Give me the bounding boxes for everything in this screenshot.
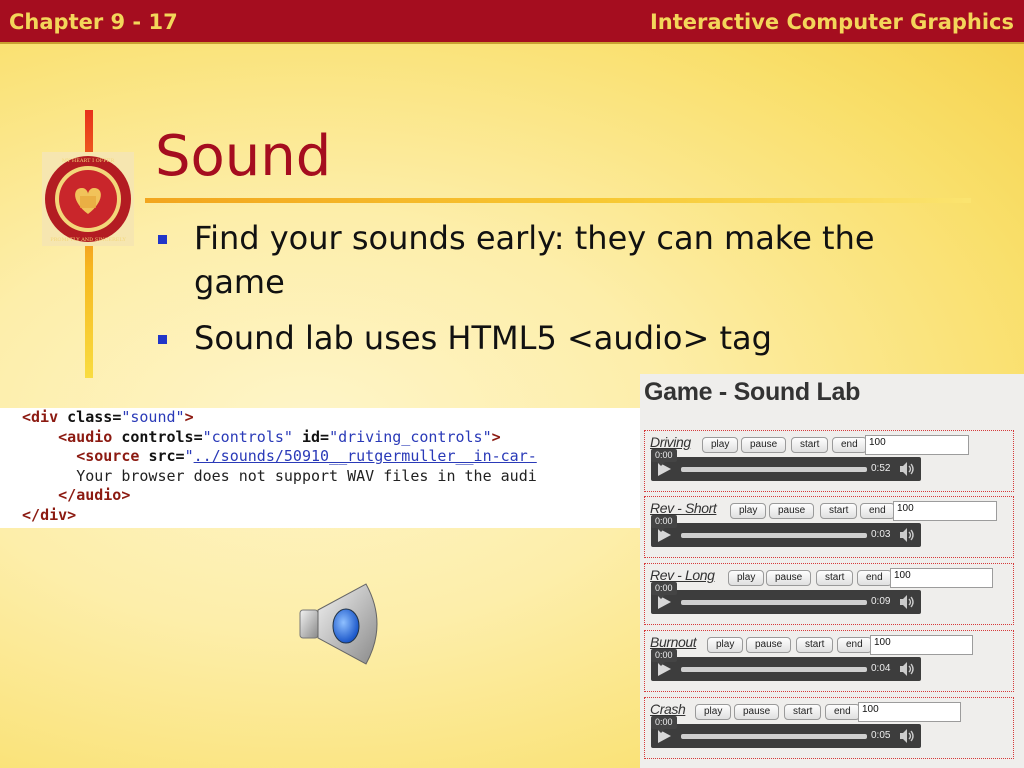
pause-button[interactable]: pause — [766, 570, 812, 586]
audio-duration: 0:05 — [871, 730, 891, 741]
audio-progress-track[interactable] — [681, 734, 867, 739]
volume-icon[interactable] — [899, 527, 915, 543]
sound-row: Burnout play pause start end 100 0:04 0:… — [644, 630, 1014, 692]
audio-player[interactable]: 0:05 — [651, 724, 921, 748]
sound-name: Driving — [650, 434, 691, 450]
svg-text:PROMPTLY AND SINCERELY: PROMPTLY AND SINCERELY — [50, 237, 126, 243]
time-tooltip: 0:00 — [651, 649, 677, 666]
volume-input[interactable]: 100 — [890, 568, 993, 588]
sound-name: Burnout — [650, 634, 697, 650]
end-button[interactable]: end — [825, 704, 860, 720]
code-line: <audio controls="controls" id="driving_c… — [58, 427, 501, 446]
start-button[interactable]: start — [816, 570, 854, 586]
start-button[interactable]: start — [791, 437, 829, 453]
audio-player[interactable]: 0:03 — [651, 523, 921, 547]
slide-title: Sound — [155, 124, 332, 189]
time-tooltip: 0:00 — [651, 716, 677, 733]
audio-player[interactable]: 0:04 — [651, 657, 921, 681]
start-button[interactable]: start — [784, 704, 822, 720]
code-line: <div class="sound"> — [22, 408, 194, 426]
sound-name: Crash — [650, 701, 686, 717]
sound-lab-title: Game - Sound Lab — [644, 378, 861, 406]
pause-button[interactable]: pause — [746, 637, 792, 653]
sound-row: Driving play pause start end 100 0:52 0:… — [644, 430, 1014, 492]
start-button[interactable]: start — [796, 637, 834, 653]
pause-button[interactable]: pause — [769, 503, 815, 519]
start-button[interactable]: start — [820, 503, 858, 519]
bullet-text: Find your sounds early: they can make th… — [194, 219, 875, 301]
audio-progress-track[interactable] — [681, 600, 867, 605]
sound-file-link[interactable]: ../sounds/50910__rutgermuller__in-car- — [194, 447, 537, 465]
header-bar: Chapter 9 - 17 Interactive Computer Grap… — [0, 0, 1024, 44]
chapter-label: Chapter 9 - 17 — [9, 10, 178, 34]
pause-button[interactable]: pause — [734, 704, 780, 720]
bullet-text: Sound lab uses HTML5 <audio> tag — [194, 319, 772, 357]
audio-progress-track[interactable] — [681, 533, 867, 538]
code-line: <source src="../sounds/50910__rutgermull… — [76, 447, 537, 466]
end-button[interactable]: end — [857, 570, 892, 586]
volume-icon[interactable] — [899, 461, 915, 477]
code-line: </div> — [22, 505, 77, 524]
svg-text:MY HEART I OFFER: MY HEART I OFFER — [62, 158, 114, 164]
bullet-marker — [158, 335, 167, 344]
volume-icon[interactable] — [899, 661, 915, 677]
end-button[interactable]: end — [832, 437, 867, 453]
end-button[interactable]: end — [837, 637, 872, 653]
sound-row: Rev - Long play pause start end 100 0:09… — [644, 563, 1014, 625]
volume-input[interactable]: 100 — [865, 435, 969, 455]
time-tooltip: 0:00 — [651, 449, 677, 466]
play-button[interactable]: play — [728, 570, 765, 586]
audio-progress-track[interactable] — [681, 467, 867, 472]
sound-row: Crash play pause start end 100 0:05 0:00 — [644, 697, 1014, 759]
title-underline — [145, 198, 971, 203]
bullet-list: Find your sounds early: they can make th… — [158, 216, 968, 372]
volume-input[interactable]: 100 — [893, 501, 997, 521]
course-title: Interactive Computer Graphics — [649, 10, 1014, 34]
play-button[interactable]: play — [730, 503, 767, 519]
audio-duration: 0:03 — [871, 529, 891, 540]
sound-name: Rev - Long — [650, 567, 715, 583]
volume-input[interactable]: 100 — [858, 702, 961, 722]
bullet-item: Sound lab uses HTML5 <audio> tag — [158, 316, 968, 360]
play-button[interactable]: play — [707, 637, 744, 653]
audio-player[interactable]: 0:52 — [651, 457, 921, 481]
end-button[interactable]: end — [860, 503, 895, 519]
audio-progress-track[interactable] — [681, 667, 867, 672]
sound-name: Rev - Short — [650, 500, 717, 516]
audio-duration: 0:04 — [871, 663, 891, 674]
bullet-item: Find your sounds early: they can make th… — [158, 216, 968, 304]
play-button[interactable]: play — [695, 704, 732, 720]
sound-row: Rev - Short play pause start end 100 0:0… — [644, 496, 1014, 558]
volume-input[interactable]: 100 — [870, 635, 973, 655]
code-line: Your browser does not support WAV files … — [76, 466, 537, 485]
time-tooltip: 0:00 — [651, 582, 677, 599]
audio-player[interactable]: 0:09 — [651, 590, 921, 614]
volume-icon[interactable] — [899, 594, 915, 610]
code-line: </audio> — [58, 486, 131, 505]
time-tooltip: 0:00 — [651, 515, 677, 532]
speaker-icon[interactable] — [298, 580, 390, 668]
audio-duration: 0:09 — [871, 596, 891, 607]
code-snippet: <div class="sound"> <audio controls="con… — [0, 408, 640, 528]
bullet-marker — [158, 235, 167, 244]
university-seal-icon: MY HEART I OFFER PROMPTLY AND SINCERELY — [42, 152, 134, 246]
volume-icon[interactable] — [899, 728, 915, 744]
play-button[interactable]: play — [702, 437, 739, 453]
pause-button[interactable]: pause — [741, 437, 787, 453]
audio-duration: 0:52 — [871, 463, 891, 474]
sound-lab-panel: Game - Sound Lab Driving play pause star… — [640, 374, 1024, 768]
